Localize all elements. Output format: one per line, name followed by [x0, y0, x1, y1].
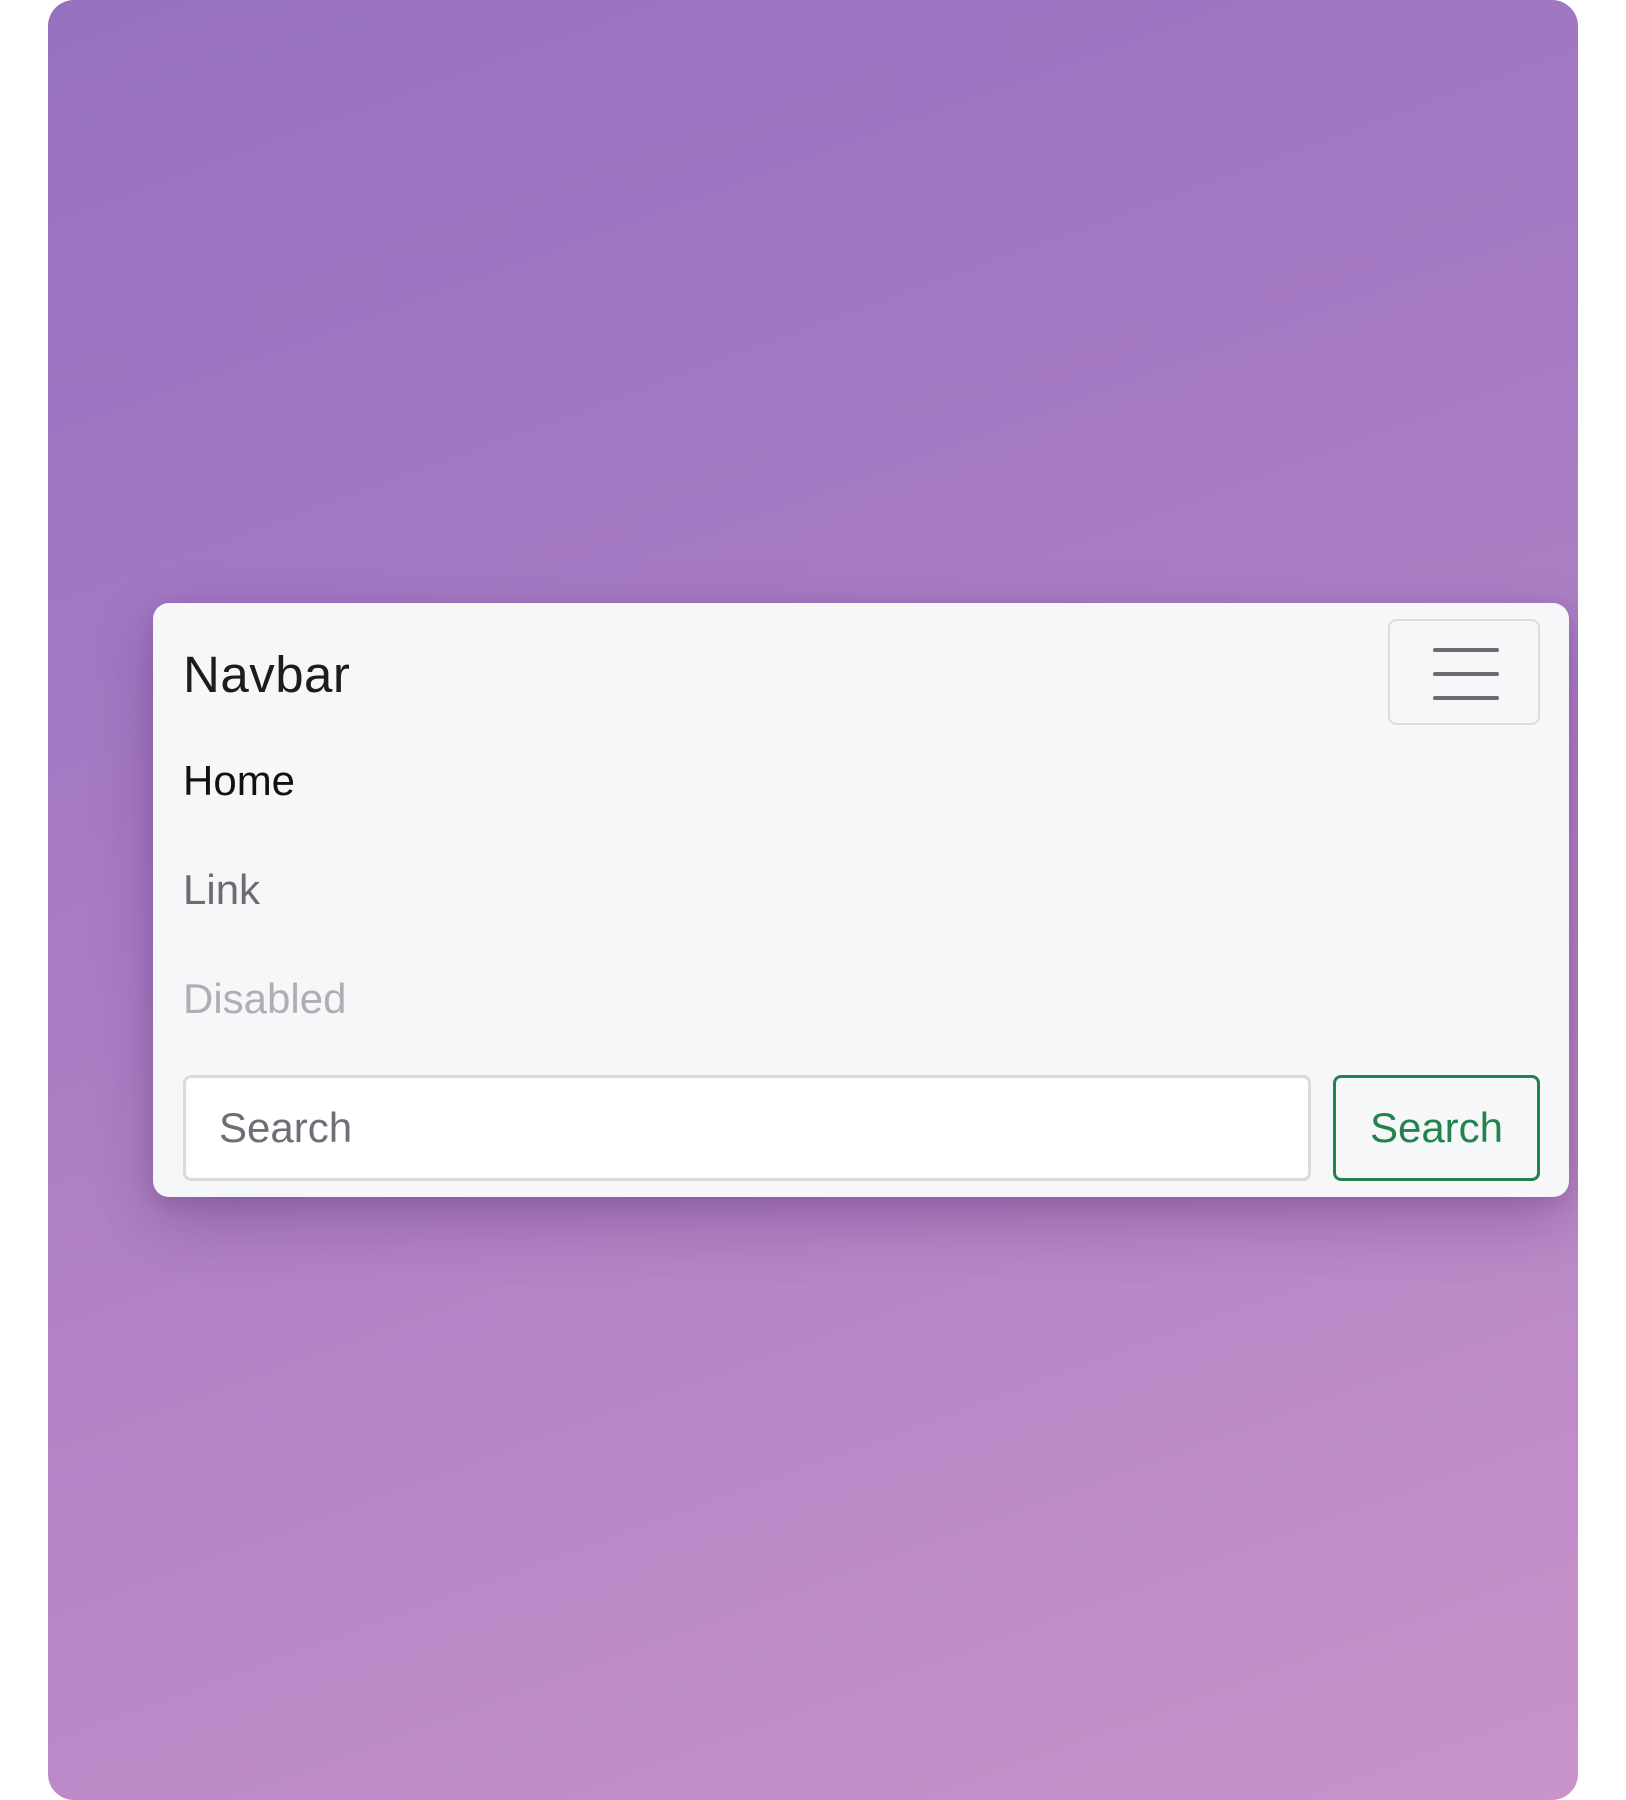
navbar: Navbar Home Link Disabled Search [153, 603, 1569, 1197]
search-button[interactable]: Search [1333, 1075, 1540, 1181]
nav-link-disabled: Disabled [183, 975, 347, 1022]
navbar-brand[interactable]: Navbar [183, 645, 350, 705]
nav-link-link[interactable]: Link [183, 865, 260, 915]
page-background: Navbar Home Link Disabled Search [48, 0, 1578, 1800]
hamburger-menu-icon [1433, 648, 1499, 700]
nav-link-home[interactable]: Home [183, 756, 295, 806]
navbar-toggler-button[interactable] [1388, 619, 1540, 725]
search-input[interactable] [183, 1075, 1311, 1181]
